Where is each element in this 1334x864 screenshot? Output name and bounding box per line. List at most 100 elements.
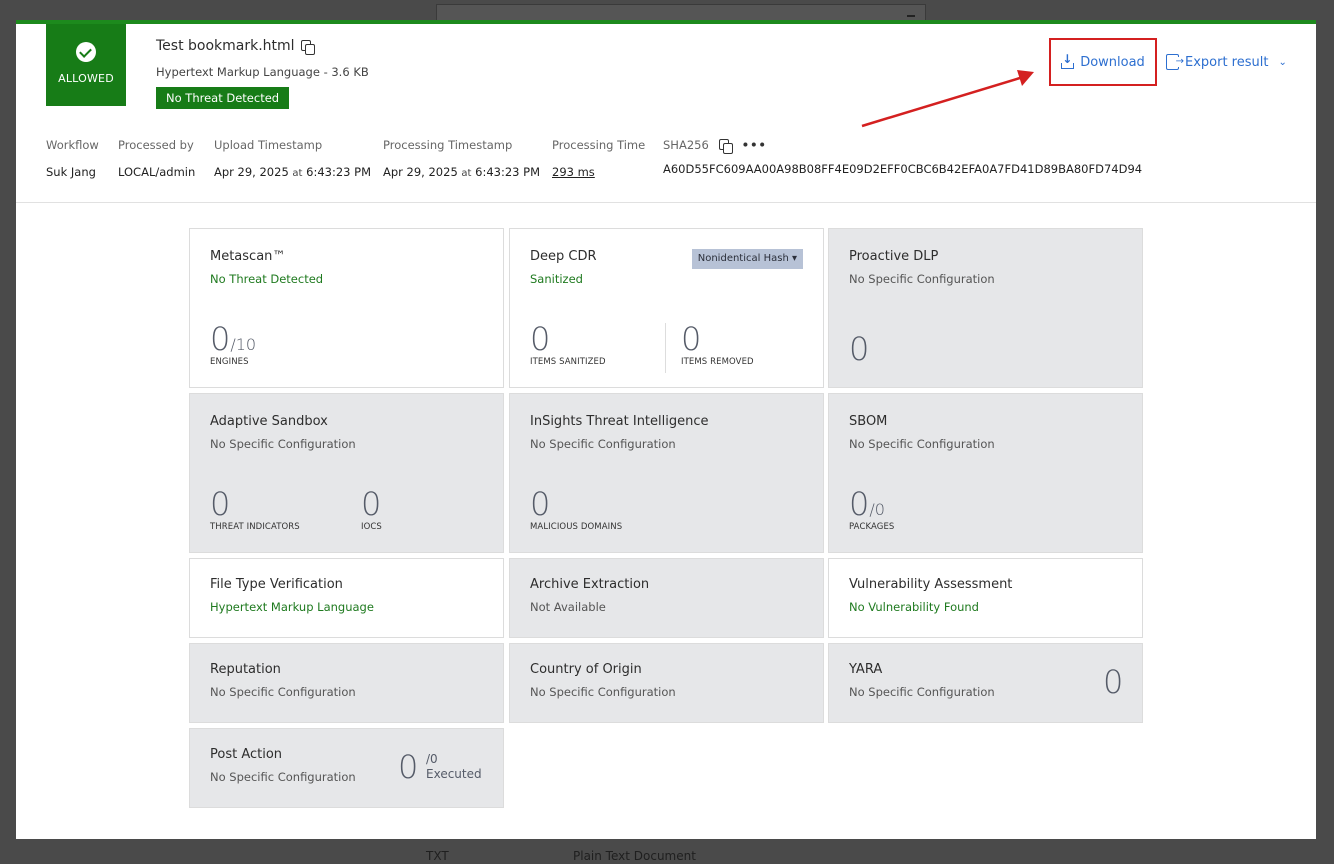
meta-processing-timestamp: Processing Timestamp Apr 29, 2025 at 6:4… [383, 138, 540, 179]
card-title: Archive Extraction [530, 577, 650, 592]
card-status: Not Available [530, 600, 606, 614]
file-type-size: Hypertext Markup Language - 3.6 KB [156, 65, 369, 79]
download-button[interactable]: Download [1049, 38, 1157, 86]
card-status: No Specific Configuration [849, 685, 995, 699]
meta-sha256: SHA256 ••• A60D55FC609AA00A98B08FF4E09D2… [663, 138, 1142, 176]
card-vulnerability-assessment[interactable]: Vulnerability Assessment No Vulnerabilit… [828, 558, 1143, 638]
card-deep-cdr[interactable]: Deep CDR Nonidentical Hash ▾ Sanitized 0… [509, 228, 824, 388]
more-icon[interactable]: ••• [742, 138, 767, 152]
card-proactive-dlp[interactable]: Proactive DLP No Specific Configuration … [828, 228, 1143, 388]
card-adaptive-sandbox[interactable]: Adaptive Sandbox No Specific Configurati… [189, 393, 504, 553]
verdict-badge: ALLOWED [46, 24, 126, 106]
card-post-action[interactable]: Post Action No Specific Configuration 0 … [189, 728, 504, 808]
caret-down-icon: ▾ [791, 253, 797, 264]
card-file-type-verification[interactable]: File Type Verification Hypertext Markup … [189, 558, 504, 638]
meta-value: Apr 29, 2025 at 6:43:23 PM [383, 165, 540, 179]
card-country-of-origin[interactable]: Country of Origin No Specific Configurat… [509, 643, 824, 723]
iocs-caption: IOCS [361, 522, 382, 532]
iocs-count: 0 [361, 485, 382, 523]
file-name-text: Test bookmark.html [156, 38, 295, 54]
yara-count: 0 [1103, 663, 1124, 701]
threat-status-badge: No Threat Detected [156, 87, 290, 109]
file-name: Test bookmark.html [156, 38, 315, 55]
meta-label: SHA256 ••• [663, 138, 767, 154]
result-header: ALLOWED Test bookmark.html Hypertext Mar… [16, 24, 1316, 203]
meta-value: Apr 29, 2025 at 6:43:23 PM [214, 165, 371, 179]
card-title: SBOM [849, 414, 888, 429]
card-title: File Type Verification [210, 577, 343, 592]
check-circle-icon [76, 42, 96, 62]
card-title: Post Action [210, 747, 283, 762]
background-row-type: Plain Text Document [573, 849, 696, 863]
minimize-icon [907, 15, 915, 17]
threat-indicators-count: 0 [210, 485, 231, 523]
card-status: No Specific Configuration [210, 437, 356, 451]
result-dialog: ALLOWED Test bookmark.html Hypertext Mar… [16, 20, 1316, 839]
packages-caption: PACKAGES [849, 522, 895, 532]
meta-processed-by: Processed by LOCAL/admin [118, 138, 195, 179]
card-title: Reputation [210, 662, 281, 677]
hash-mode-dropdown[interactable]: Nonidentical Hash ▾ [691, 249, 803, 269]
processing-time-link[interactable]: 293 ms [552, 165, 595, 179]
post-action-count: 0 [398, 748, 419, 786]
card-status: No Specific Configuration [530, 437, 676, 451]
packages-count: 0/0 [849, 485, 885, 523]
background-window-bar [436, 4, 926, 20]
card-metascan[interactable]: Metascan™ No Threat Detected 0/10 ENGINE… [189, 228, 504, 388]
card-title: YARA [849, 662, 883, 677]
meta-value[interactable]: 293 ms [552, 165, 645, 179]
card-status: Hypertext Markup Language [210, 600, 374, 614]
card-title: Metascan™ [210, 249, 286, 264]
card-title: Proactive DLP [849, 249, 939, 264]
card-status: No Specific Configuration [849, 272, 995, 286]
items-sanitized-caption: ITEMS SANITIZED [530, 357, 606, 367]
background-row-ext: TXT [426, 849, 449, 863]
engines-caption: ENGINES [210, 357, 249, 367]
sha256-value: A60D55FC609AA00A98B08FF4E09D2EFF0CBC6B42… [663, 162, 1143, 176]
items-sanitized-count: 0 [530, 320, 551, 358]
card-title: InSights Threat Intelligence [530, 414, 709, 429]
export-file-icon [1166, 54, 1184, 70]
copy-icon[interactable] [300, 39, 315, 55]
card-title: Deep CDR [530, 249, 597, 264]
meta-processing-time: Processing Time 293 ms [552, 138, 645, 179]
card-status: No Vulnerability Found [849, 600, 979, 614]
card-status: No Specific Configuration [210, 770, 356, 784]
card-archive-extraction[interactable]: Archive Extraction Not Available [509, 558, 824, 638]
card-status: Sanitized [530, 272, 583, 286]
threat-indicators-caption: THREAT INDICATORS [210, 522, 300, 532]
card-status: No Threat Detected [210, 272, 324, 286]
malicious-domains-caption: MALICIOUS DOMAINS [530, 522, 623, 532]
card-sbom[interactable]: SBOM No Specific Configuration 0/0 PACKA… [828, 393, 1143, 553]
meta-label: Processing Time [552, 138, 646, 152]
divider [665, 323, 666, 373]
items-removed-count: 0 [681, 320, 702, 358]
meta-label: Workflow [46, 138, 99, 152]
card-status: No Specific Configuration [210, 685, 356, 699]
copy-icon[interactable] [718, 138, 733, 154]
card-title: Vulnerability Assessment [849, 577, 1013, 592]
export-label: Export result [1185, 54, 1269, 70]
card-yara[interactable]: YARA No Specific Configuration 0 [828, 643, 1143, 723]
items-removed-caption: ITEMS REMOVED [681, 357, 754, 367]
meta-label: Processing Timestamp [383, 138, 513, 152]
meta-value: LOCAL/admin [118, 165, 196, 179]
card-status: No Specific Configuration [849, 437, 995, 451]
background-table-row: TXT Plain Text Document [418, 838, 926, 864]
card-reputation[interactable]: Reputation No Specific Configuration [189, 643, 504, 723]
chevron-down-icon: ⌄ [1278, 56, 1287, 68]
meta-label: Processed by [118, 138, 194, 152]
meta-upload-timestamp: Upload Timestamp Apr 29, 2025 at 6:43:23… [214, 138, 371, 179]
verdict-label: ALLOWED [58, 72, 114, 85]
engines-count: 0/10 [210, 320, 257, 358]
meta-workflow: Workflow Suk Jang [46, 138, 99, 179]
post-action-executed: /0 Executed [426, 752, 482, 781]
card-title: Country of Origin [530, 662, 642, 677]
download-label: Download [1080, 54, 1145, 70]
dlp-count: 0 [849, 330, 870, 368]
export-result-button[interactable]: Export result ⌄ [1166, 54, 1287, 70]
card-insights-threat-intelligence[interactable]: InSights Threat Intelligence No Specific… [509, 393, 824, 553]
meta-value: Suk Jang [46, 165, 96, 179]
malicious-domains-count: 0 [530, 485, 551, 523]
download-icon [1061, 52, 1075, 69]
